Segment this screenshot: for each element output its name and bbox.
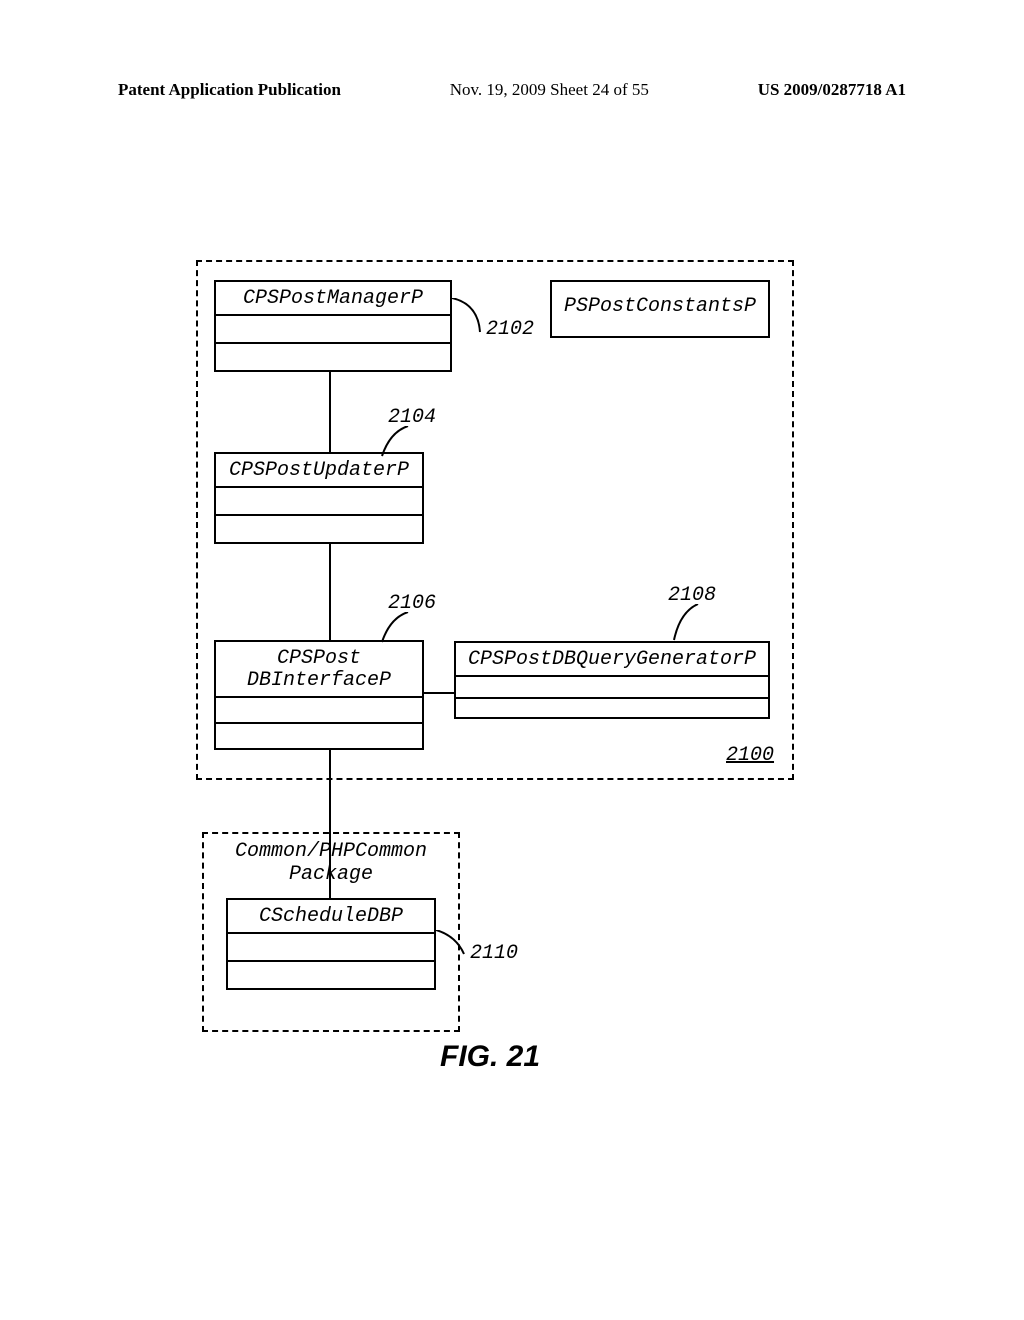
connector xyxy=(424,692,454,694)
class-title: CScheduleDBP xyxy=(228,900,434,932)
class-title: CPSPostManagerP xyxy=(216,282,450,314)
figure-caption: FIG. 21 xyxy=(440,1040,540,1074)
class-cpspostdbinterfacep: CPSPost DBInterfaceP xyxy=(214,640,424,750)
page: Patent Application Publication Nov. 19, … xyxy=(0,0,1024,1320)
diagram-canvas: CPSPostManagerP PSPostConstantsP CPSPost… xyxy=(0,0,1024,1320)
connector xyxy=(329,372,331,452)
class-title: CPSPost DBInterfaceP xyxy=(216,642,422,696)
class-pspostconstantsp: PSPostConstantsP xyxy=(550,280,770,338)
leader-2108 xyxy=(672,604,708,644)
class-title: PSPostConstantsP xyxy=(552,282,768,332)
class-title: CPSPostDBQueryGeneratorP xyxy=(456,643,768,675)
label-2102: 2102 xyxy=(486,318,534,341)
label-2100: 2100 xyxy=(726,744,774,767)
class-cscheduledbp: CScheduleDBP xyxy=(226,898,436,990)
label-2110: 2110 xyxy=(470,942,518,965)
leader-2104 xyxy=(380,426,420,460)
connector xyxy=(329,544,331,640)
leader-2106 xyxy=(380,612,420,646)
connector xyxy=(329,750,331,898)
class-cpspostmanagerp: CPSPostManagerP xyxy=(214,280,452,372)
class-cpspostdbquerygeneratorp: CPSPostDBQueryGeneratorP xyxy=(454,641,770,719)
class-cpspostupdaterp: CPSPostUpdaterP xyxy=(214,452,424,544)
package-label: Common/PHPCommon Package xyxy=(212,840,450,886)
